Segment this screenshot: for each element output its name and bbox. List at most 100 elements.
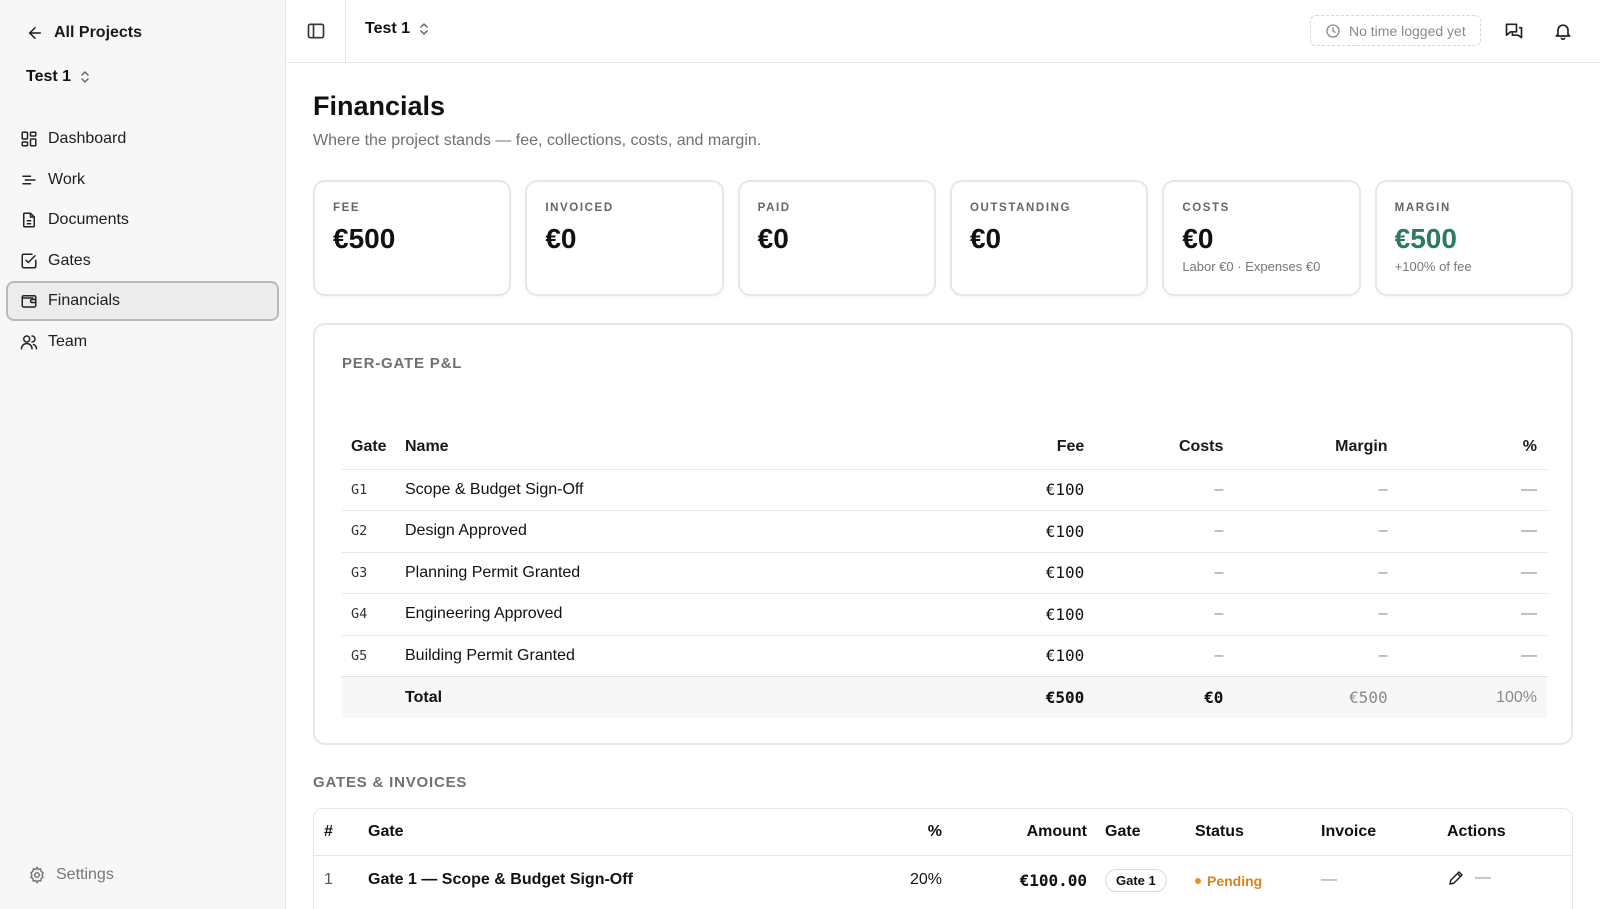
table-total-row: Total €500 €0 €500 100% <box>342 676 1547 718</box>
sidebar: All Projects Test 1 Dashboard Work Docum… <box>0 0 286 909</box>
total-costs: €0 <box>1084 676 1224 718</box>
settings-link[interactable]: Settings <box>28 866 114 884</box>
kpi-card-margin: MARGIN €500 +100% of fee <box>1374 180 1573 296</box>
sidebar-panel-icon <box>307 23 325 39</box>
column-header-gate-badge: Gate <box>1087 809 1195 856</box>
status-dot-icon <box>1195 878 1201 885</box>
kpi-value: €0 <box>545 223 577 254</box>
column-header-costs: Costs <box>1178 437 1224 455</box>
column-header-invoice: Invoice <box>1321 809 1447 856</box>
status-label: Pending <box>1207 873 1263 890</box>
gate-costs: – <box>1084 468 1224 511</box>
topbar-project-switcher[interactable]: Test 1 <box>365 20 430 38</box>
wallet-icon <box>21 295 37 308</box>
kpi-card-fee: FEE €500 <box>313 180 512 296</box>
kpi-value: €500 <box>1394 223 1457 254</box>
gate-margin: – <box>1223 510 1388 552</box>
sidebar-item-work[interactable]: Work <box>6 160 279 200</box>
gate-code: G1 <box>342 468 405 511</box>
kpi-note: +100% of fee <box>1394 259 1472 274</box>
gate-costs: – <box>1084 510 1224 552</box>
column-header-status: Status <box>1195 809 1321 856</box>
all-projects-link[interactable]: All Projects <box>26 24 142 42</box>
all-projects-label: All Projects <box>54 24 143 41</box>
notifications-button[interactable] <box>1551 19 1575 43</box>
project-switcher[interactable]: Test 1 <box>26 68 91 86</box>
sidebar-item-gates[interactable]: Gates <box>6 241 279 281</box>
kpi-card-costs: COSTS €0 Labor €0 · Expenses €0 <box>1162 180 1361 296</box>
kpi-value: €0 <box>1182 223 1214 254</box>
kpi-value: €0 <box>969 223 1002 254</box>
kpi-label: MARGIN <box>1394 202 1451 214</box>
users-icon <box>20 334 38 349</box>
checkbox-icon <box>21 253 37 268</box>
kpi-note: Labor €0 · Expenses €0 <box>1182 259 1321 274</box>
kpi-value: €0 <box>757 223 789 254</box>
per-gate-pl-table: Gate Name Fee Costs Margin % G1 Scope & … <box>342 425 1547 718</box>
row-status-cell: Pending <box>1195 855 1321 905</box>
section-heading: GATES & INVOICES <box>313 774 468 791</box>
kpi-label: OUTSTANDING <box>969 202 1072 214</box>
gate-fee: €100 <box>963 551 1085 594</box>
gate-percent: — <box>1387 634 1547 677</box>
table-row[interactable]: 1 Gate 1 — Scope & Budget Sign-Off 20% €… <box>314 855 1572 905</box>
sidebar-item-financials[interactable]: Financials <box>6 281 279 321</box>
gate-percent: — <box>1387 551 1547 594</box>
row-gate-name: Gate 1 — Scope & Budget Sign-Off <box>368 871 633 889</box>
time-log-label: No time logged yet <box>1349 22 1466 39</box>
sidebar-item-team[interactable]: Team <box>6 322 279 362</box>
column-header-amount: Amount <box>942 809 1087 856</box>
dashboard-icon <box>21 131 37 147</box>
page-subtitle: Where the project stands — fee, collecti… <box>313 132 762 149</box>
kpi-label: COSTS <box>1182 202 1230 214</box>
table-row: G2 Design Approved €100 – – — <box>342 510 1547 552</box>
table-header-row: Gate Name Fee Costs Margin % <box>342 425 1547 469</box>
gates-invoices-panel: # Gate % Amount Gate Status Invoice Acti… <box>313 808 1573 909</box>
gate-fee: €100 <box>963 593 1085 635</box>
project-name: Test 1 <box>26 68 72 85</box>
kpi-label: PAID <box>757 202 791 214</box>
kpi-label: INVOICED <box>545 202 614 214</box>
sidebar-item-label: Gates <box>48 251 91 269</box>
clock-icon <box>1326 23 1340 38</box>
gate-fee: €100 <box>963 634 1085 677</box>
table-header-row: # Gate % Amount Gate Status Invoice Acti… <box>314 809 1572 856</box>
chat-button[interactable] <box>1502 19 1526 43</box>
column-header-name: Name <box>405 437 449 455</box>
gate-costs: – <box>1084 551 1224 594</box>
section-heading: PER-GATE P&L <box>342 355 463 372</box>
arrow-left-icon <box>29 27 41 39</box>
sidebar-item-label: Dashboard <box>48 130 127 147</box>
time-log-status[interactable]: No time logged yet <box>1310 15 1481 46</box>
total-margin: €500 <box>1223 676 1388 718</box>
gate-name: Building Permit Granted <box>405 634 964 677</box>
kpi-cards: FEE €500 INVOICED €0 PAID €0 OUTSTANDING… <box>313 180 1573 296</box>
page-title: Financials <box>313 91 446 121</box>
gate-name: Scope & Budget Sign-Off <box>405 468 964 511</box>
column-header-margin: Margin <box>1335 437 1388 455</box>
bell-icon <box>1555 24 1571 41</box>
topbar: Test 1 No time logged yet <box>287 0 1600 63</box>
table-row: G1 Scope & Budget Sign-Off €100 – – — <box>342 468 1547 511</box>
gate-name: Planning Permit Granted <box>405 551 964 594</box>
sidebar-item-label: Financials <box>48 292 121 309</box>
edit-button[interactable] <box>1447 869 1465 887</box>
sidebar-item-documents[interactable]: Documents <box>6 200 279 240</box>
kpi-card-paid: PAID €0 <box>737 180 936 296</box>
table-row: G3 Planning Permit Granted €100 – – — <box>342 551 1547 594</box>
gate-costs: – <box>1084 634 1224 677</box>
column-header-fee: Fee <box>1056 437 1085 455</box>
column-header-number: # <box>314 809 368 856</box>
sidebar-item-dashboard[interactable]: Dashboard <box>6 119 279 159</box>
sidebar-nav: Dashboard Work Documents Gates Financial… <box>6 119 279 362</box>
kpi-card-outstanding: OUTSTANDING €0 <box>949 180 1149 296</box>
row-actions-cell: — <box>1447 855 1572 905</box>
gate-percent: — <box>1387 510 1547 552</box>
sidebar-toggle-button[interactable] <box>287 0 346 62</box>
gate-percent: — <box>1387 468 1547 511</box>
topbar-project-name: Test 1 <box>365 20 411 37</box>
table-row: G4 Engineering Approved €100 – – — <box>342 593 1547 635</box>
total-gate-cell <box>342 676 405 718</box>
gate-margin: – <box>1223 468 1388 511</box>
gate-name: Design Approved <box>405 510 964 552</box>
